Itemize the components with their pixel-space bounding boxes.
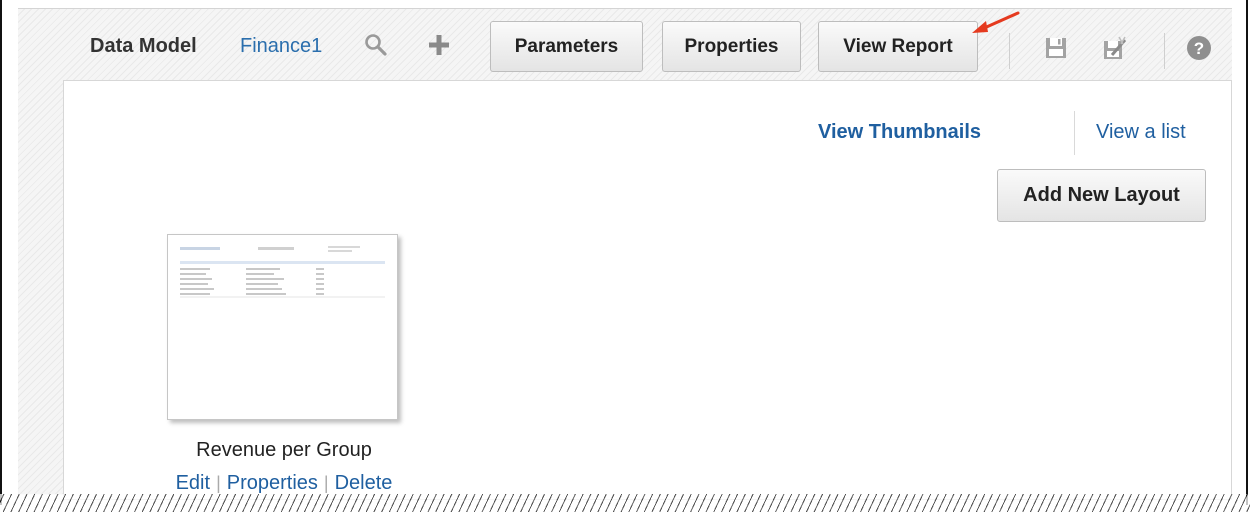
delete-layout-link[interactable]: Delete (335, 472, 393, 494)
action-divider: | (323, 473, 329, 493)
edit-layout-link[interactable]: Edit (176, 472, 210, 494)
svg-text:?: ? (1194, 39, 1204, 58)
action-divider: | (216, 473, 221, 493)
annotation-arrow-icon (972, 11, 1020, 33)
view-report-button[interactable]: View Report (818, 21, 978, 72)
toolbar-divider (1164, 33, 1165, 69)
save-as-icon[interactable] (1102, 36, 1128, 62)
toolbar: Data Model Finance1 Parameters Propertie… (18, 9, 1232, 79)
data-model-label: Data Model (90, 35, 197, 57)
view-list-link[interactable]: View a list (1096, 121, 1186, 144)
report-preview-icon (180, 246, 385, 298)
properties-button[interactable]: Properties (662, 21, 801, 72)
layout-actions: Edit | Properties | Delete (124, 472, 444, 495)
add-icon[interactable] (428, 34, 450, 56)
search-icon[interactable] (364, 33, 388, 57)
layout-name: Revenue per Group (196, 439, 372, 461)
add-new-layout-button[interactable]: Add New Layout (997, 169, 1206, 222)
layout-properties-link[interactable]: Properties (227, 472, 318, 494)
parameters-button[interactable]: Parameters (490, 21, 643, 72)
layouts-panel: View Thumbnails View a list Add New Layo… (63, 80, 1232, 500)
layout-editor: Data Model Finance1 Parameters Propertie… (18, 8, 1232, 500)
layout-thumbnail[interactable] (167, 234, 398, 420)
save-icon[interactable] (1044, 36, 1068, 60)
data-model-link[interactable]: Finance1 (240, 35, 322, 58)
view-thumbnails-link[interactable]: View Thumbnails (818, 121, 981, 144)
view-toggle-divider (1074, 111, 1075, 155)
torn-edge (0, 494, 1250, 512)
help-icon[interactable]: ? (1186, 35, 1212, 61)
